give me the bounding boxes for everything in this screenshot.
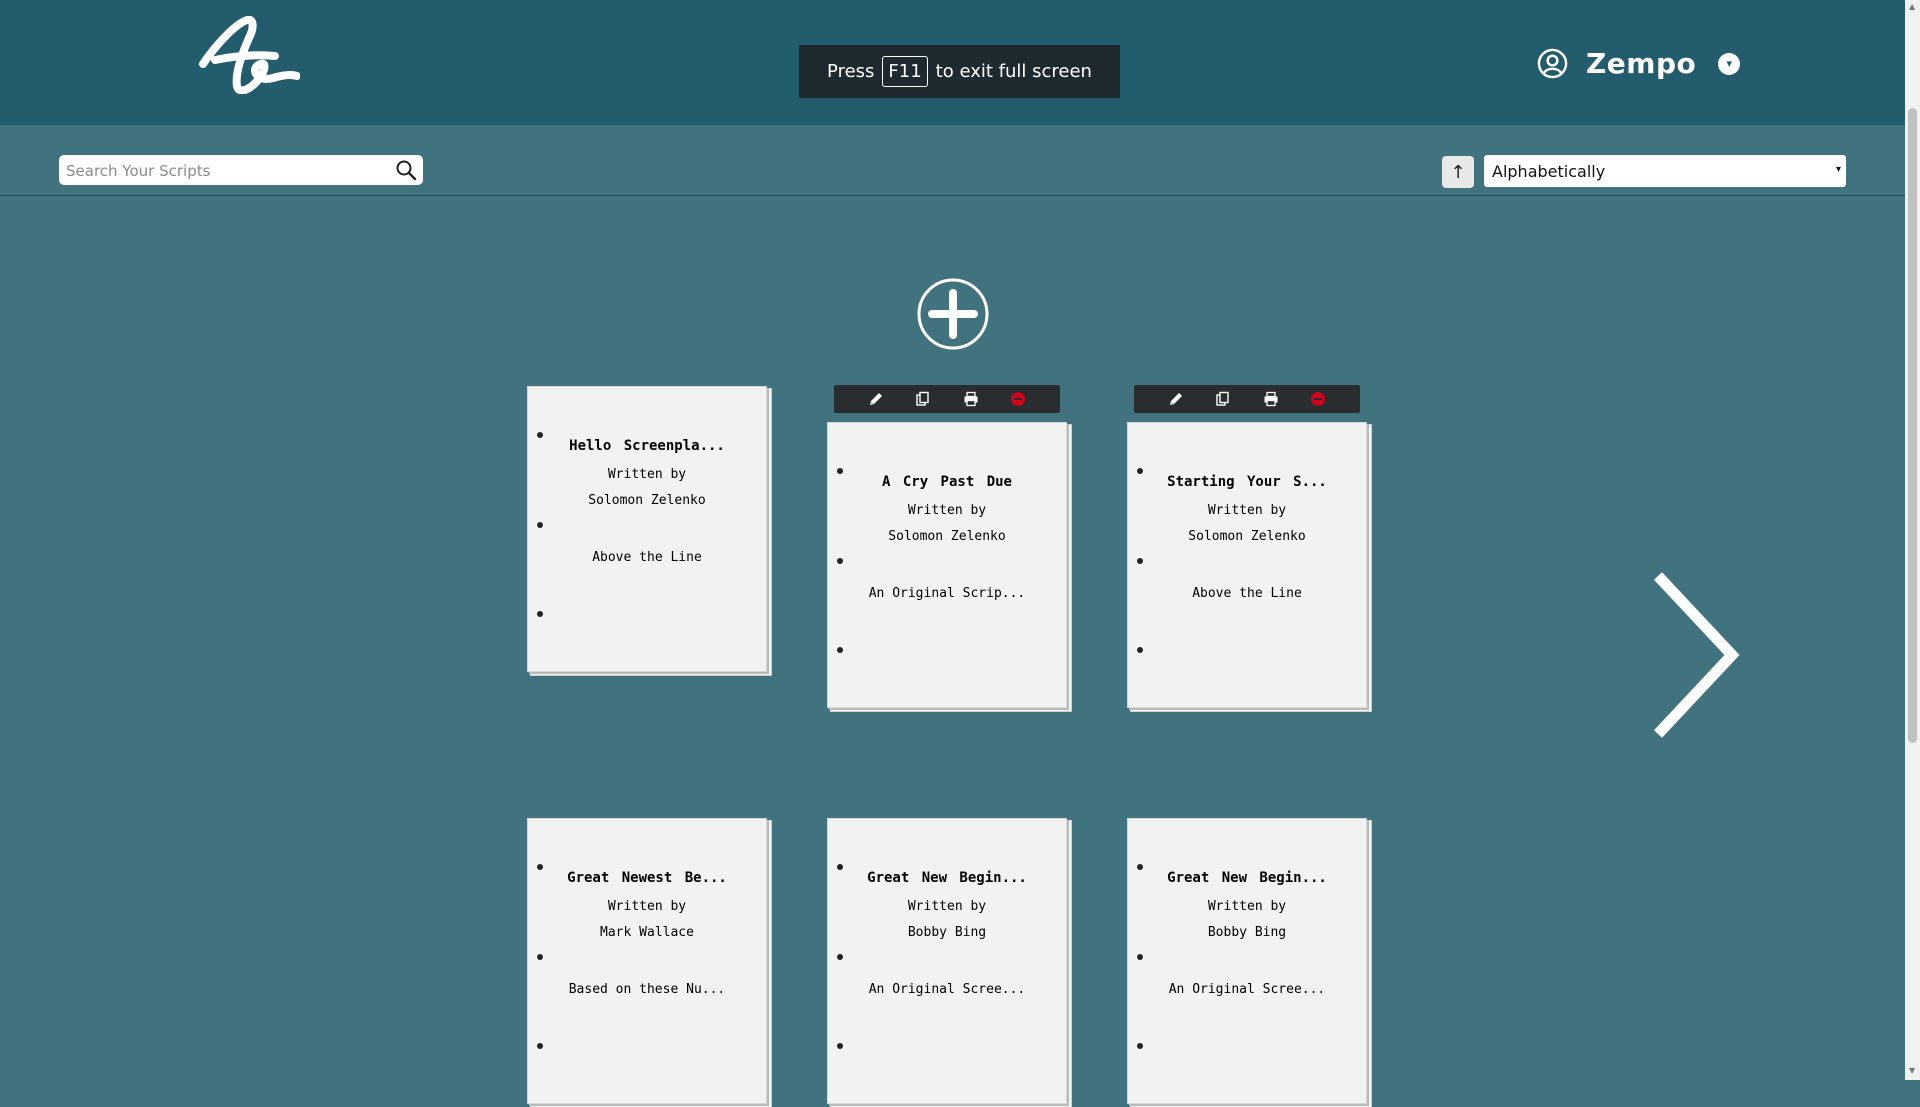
script-cover[interactable]: A Cry Past Due Written by Solomon Zelenk… [827, 422, 1067, 708]
script-title: Great Newest Be... [567, 870, 727, 886]
written-by-label: Written by [607, 899, 687, 914]
scroll-up-icon[interactable]: ▲ [1909, 2, 1915, 11]
script-title: Starting Your S... [1167, 474, 1327, 490]
script-cover[interactable]: Great New Begin... Written by Bobby Bing… [827, 818, 1067, 1104]
script-card[interactable]: Great Newest Be... Written by Mark Walla… [527, 818, 771, 1107]
binder-hole [1137, 647, 1143, 653]
search-box[interactable] [59, 155, 423, 185]
fullscreen-key: F11 [882, 56, 928, 87]
copy-icon[interactable] [915, 391, 931, 407]
binder-hole [837, 1043, 843, 1049]
binder-hole [837, 558, 843, 564]
pencil-icon[interactable] [868, 391, 884, 407]
script-cover[interactable]: Starting Your S... Written by Solomon Ze… [1127, 422, 1367, 708]
script-title: A Cry Past Due [881, 474, 1012, 490]
page-scrollbar[interactable]: ▲ ▼ [1905, 0, 1920, 1080]
script-note: An Original Scrip... [868, 586, 1026, 601]
script-author: Bobby Bing [907, 925, 987, 940]
binder-hole [1137, 954, 1143, 960]
card-toolbar [1134, 385, 1360, 413]
chevron-right-icon[interactable] [1652, 572, 1742, 738]
autograph-logo-icon[interactable] [195, 16, 300, 94]
script-author: Mark Wallace [600, 925, 694, 940]
script-title: Great New Begin... [867, 870, 1027, 886]
script-note: Above the Line [592, 550, 702, 565]
scroll-down-icon[interactable]: ▼ [1909, 1066, 1915, 1075]
binder-hole [537, 522, 543, 528]
chevron-down-icon: ▾ [1835, 164, 1841, 175]
binder-hole [837, 647, 843, 653]
app-header: Press F11 to exit full screen Zempo ▾ [0, 0, 1920, 125]
fullscreen-notice-prefix: Press [827, 61, 875, 82]
script-author: Solomon Zelenko [588, 493, 706, 508]
scripts-toolbar: ↑ Alphabetically ▾ [0, 125, 1905, 196]
script-author: Solomon Zelenko [888, 529, 1006, 544]
search-input[interactable] [64, 158, 378, 184]
binder-hole [1137, 1043, 1143, 1049]
binder-hole [537, 1043, 543, 1049]
pencil-icon[interactable] [1168, 391, 1184, 407]
print-icon[interactable] [963, 391, 979, 407]
plus-circle-icon[interactable] [916, 277, 990, 351]
script-card[interactable]: A Cry Past Due Written by Solomon Zelenk… [827, 422, 1071, 711]
script-card[interactable]: Great New Begin... Written by Bobby Bing… [1127, 818, 1371, 1107]
script-card[interactable]: Starting Your S... Written by Solomon Ze… [1127, 422, 1371, 711]
search-icon[interactable] [395, 159, 417, 181]
script-cover[interactable]: Great Newest Be... Written by Mark Walla… [527, 818, 767, 1104]
script-title: Hello Screenpla... [569, 438, 725, 454]
delete-icon[interactable] [1310, 391, 1326, 407]
user-circle-icon [1537, 48, 1568, 79]
print-icon[interactable] [1263, 391, 1279, 407]
written-by-label: Written by [1207, 503, 1287, 518]
script-card[interactable]: Hello Screenpla... Written by Solomon Ze… [527, 386, 771, 675]
binder-hole [537, 954, 543, 960]
copy-icon[interactable] [1215, 391, 1231, 407]
sort-direction-button[interactable]: ↑ [1442, 156, 1474, 188]
written-by-label: Written by [907, 899, 987, 914]
written-by-label: Written by [607, 467, 687, 482]
username[interactable]: Zempo [1586, 47, 1696, 80]
binder-hole [837, 954, 843, 960]
binder-hole [537, 611, 543, 617]
script-cover[interactable]: Great New Begin... Written by Bobby Bing… [1127, 818, 1367, 1104]
card-toolbar [834, 385, 1060, 413]
script-title: Great New Begin... [1167, 870, 1327, 886]
fullscreen-notice: Press F11 to exit full screen [799, 45, 1120, 98]
script-author: Bobby Bing [1207, 925, 1287, 940]
script-cover[interactable]: Hello Screenpla... Written by Solomon Ze… [527, 386, 767, 672]
scrollbar-thumb[interactable] [1908, 108, 1917, 743]
script-author: Solomon Zelenko [1188, 529, 1306, 544]
sort-select-value: Alphabetically [1492, 161, 1606, 181]
binder-hole [1137, 558, 1143, 564]
user-menu-caret-icon[interactable]: ▾ [1718, 52, 1741, 75]
script-note: Based on these Nu... [568, 982, 726, 997]
delete-icon[interactable] [1010, 391, 1026, 407]
user-menu[interactable]: Zempo ▾ [1537, 47, 1741, 80]
written-by-label: Written by [907, 503, 987, 518]
script-note: An Original Scree... [868, 982, 1026, 997]
written-by-label: Written by [1207, 899, 1287, 914]
fullscreen-notice-suffix: to exit full screen [935, 61, 1092, 82]
script-note: An Original Scree... [1168, 982, 1326, 997]
script-note: Above the Line [1192, 586, 1302, 601]
sort-select[interactable]: Alphabetically ▾ [1484, 155, 1846, 187]
script-card[interactable]: Great New Begin... Written by Bobby Bing… [827, 818, 1071, 1107]
